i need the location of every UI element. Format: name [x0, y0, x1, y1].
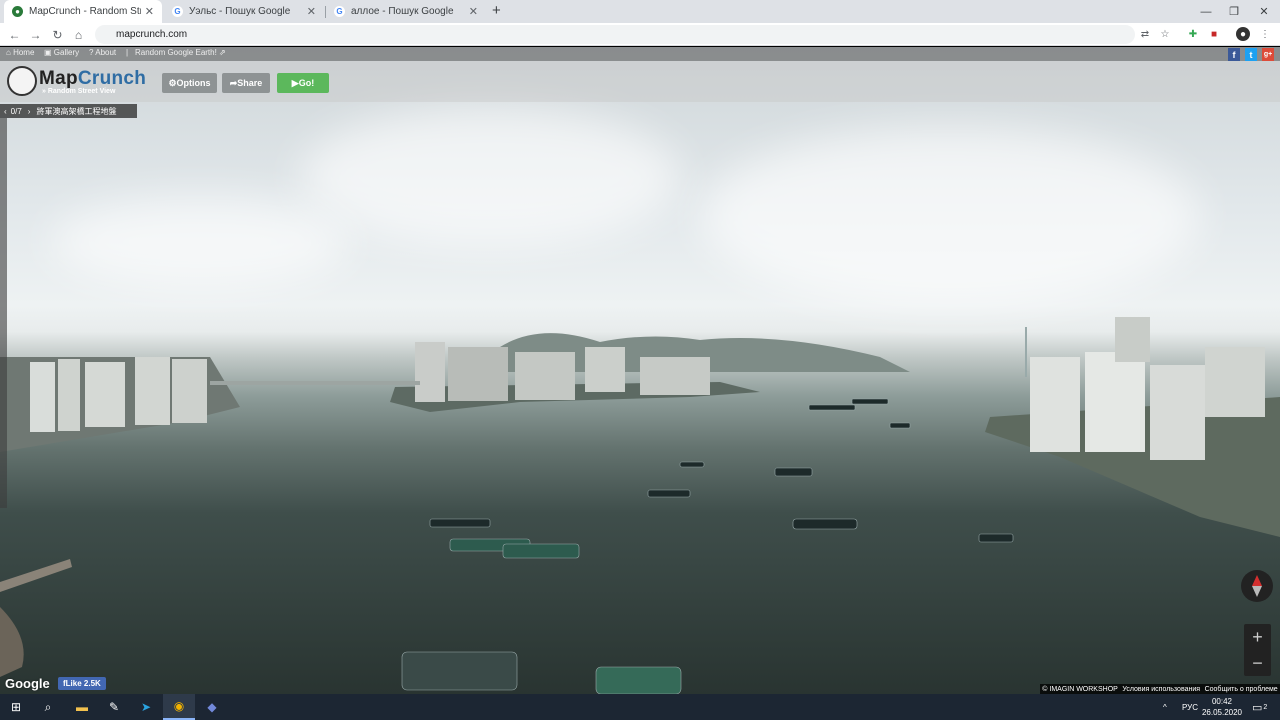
tab-title: MapCrunch - Random Street View	[29, 6, 141, 17]
next-location-icon[interactable]: ›	[28, 107, 31, 116]
zoom-control: + −	[1244, 624, 1271, 676]
home-icon[interactable]: ⌂	[70, 26, 87, 43]
telegram-icon[interactable]: ➤	[130, 694, 162, 720]
facebook-like-button[interactable]: f Like 2.5K	[58, 677, 106, 690]
imagery-credit: © IMAGIN WORKSHOP	[1042, 685, 1118, 693]
logo-tagline: » Random Street View	[42, 88, 116, 95]
close-tab-icon[interactable]: ✕	[469, 5, 478, 18]
side-panel-handle[interactable]	[0, 118, 7, 508]
tab-title: аллое - Пошук Google	[351, 6, 454, 17]
share-button[interactable]: ➦ Share	[222, 73, 270, 93]
notification-count: 2	[1263, 703, 1268, 711]
file-explorer-icon[interactable]: ▬	[66, 694, 98, 720]
new-tab-button[interactable]: +	[492, 2, 501, 19]
back-icon[interactable]: ←	[6, 26, 23, 43]
extension-red-icon[interactable]: ■	[1207, 27, 1221, 41]
share-label: Share	[237, 78, 263, 88]
go-label: Go!	[298, 78, 315, 88]
reload-icon[interactable]: ↻	[49, 26, 66, 43]
gear-icon: ⚙	[168, 77, 177, 88]
discord-icon[interactable]: ◆	[196, 694, 228, 720]
url-text[interactable]: mapcrunch.com	[116, 29, 187, 40]
bookmark-star-icon[interactable]: ☆	[1158, 27, 1172, 41]
share-icon: ➦	[229, 77, 238, 88]
search-icon[interactable]: ⌕	[32, 694, 64, 720]
home-icon: ⌂	[6, 48, 14, 57]
twitter-icon[interactable]: t	[1245, 48, 1257, 61]
report-problem-link[interactable]: Сообщить о проблеме	[1205, 686, 1278, 693]
logo-part-map: Map	[39, 68, 78, 89]
show-hidden-icons[interactable]: ^	[1163, 694, 1167, 720]
google-plus-icon[interactable]: g+	[1262, 48, 1274, 61]
google-logo[interactable]: Google	[5, 676, 50, 691]
fb-like-label: Like 2.5K	[65, 679, 101, 688]
restore-window-icon[interactable]: ❐	[1218, 0, 1250, 23]
go-button[interactable]: ▶ Go!	[277, 73, 329, 93]
location-name[interactable]: 將軍澳高架橋工程地盤	[36, 106, 116, 117]
gallery-icon: ▣	[44, 48, 54, 57]
random-google-earth-link[interactable]: Random Google Earth! ⇗	[135, 48, 226, 57]
mapcrunch-globe-logo-icon[interactable]	[7, 66, 37, 96]
system-clock[interactable]: 00:42 26.05.2020	[1198, 696, 1246, 718]
google-favicon-icon: G	[334, 6, 345, 17]
browser-tab-google-aloe[interactable]: G аллое - Пошук Google ✕	[326, 0, 486, 23]
location-bar: ‹ 0/7 › 將軍澳高架橋工程地盤	[0, 104, 137, 118]
logo-part-crunch: Crunch	[77, 68, 147, 89]
about-link-label: About	[95, 48, 117, 57]
gallery-link-label: Gallery	[53, 48, 80, 57]
notifications-icon[interactable]: ▭ 2	[1252, 694, 1267, 720]
tab-title: Уэльс - Пошук Google	[189, 6, 291, 17]
address-bar[interactable]	[95, 25, 1135, 44]
profile-avatar[interactable]: ●	[1236, 27, 1250, 41]
harbor-landscape	[0, 317, 1280, 694]
external-link-icon: ⇗	[216, 48, 226, 57]
map-credits: © IMAGIN WORKSHOP Условия использования …	[1040, 684, 1280, 694]
close-tab-icon[interactable]: ✕	[307, 5, 316, 18]
gallery-link[interactable]: ▣ Gallery	[44, 48, 79, 57]
forward-icon[interactable]: →	[27, 26, 44, 43]
windows-start-icon[interactable]: ⊞	[0, 694, 32, 720]
terms-of-use-link[interactable]: Условия использования	[1122, 686, 1200, 693]
options-button[interactable]: ⚙ Options	[162, 73, 217, 93]
mapcrunch-logo-text[interactable]: MapCrunch	[39, 68, 146, 90]
zoom-out-button[interactable]: −	[1244, 650, 1271, 676]
about-link[interactable]: ? About	[89, 48, 116, 57]
browser-tab-mapcrunch[interactable]: ● MapCrunch - Random Street View ✕	[4, 0, 162, 23]
prev-location-icon[interactable]: ‹	[4, 107, 7, 116]
nav-separator: |	[126, 48, 129, 57]
browser-menu-icon[interactable]: ⋮	[1258, 27, 1272, 41]
google-favicon-icon: G	[172, 6, 183, 17]
compass-icon[interactable]	[1241, 570, 1273, 602]
mapcrunch-favicon-icon: ●	[12, 6, 23, 17]
close-window-icon[interactable]: ✕	[1248, 0, 1280, 23]
chrome-icon[interactable]: ◉	[163, 694, 195, 720]
close-tab-icon[interactable]: ✕	[145, 5, 154, 18]
paint-icon[interactable]: ✎	[98, 694, 130, 720]
browser-tab-google-wales[interactable]: G Уэльс - Пошук Google ✕	[164, 0, 324, 23]
extension-icon[interactable]: ✚	[1186, 27, 1200, 41]
zoom-in-button[interactable]: +	[1244, 624, 1271, 650]
play-icon: ▶	[291, 77, 299, 88]
translate-icon[interactable]: ⇄	[1138, 27, 1152, 41]
options-label: Options	[176, 78, 211, 88]
clock-date: 26.05.2020	[1201, 708, 1243, 717]
location-counter: 0/7	[10, 106, 22, 116]
home-link-label: Home	[13, 48, 35, 57]
home-link[interactable]: ⌂ Home	[6, 48, 34, 57]
random-google-earth-label: Random Google Earth!	[135, 48, 217, 57]
street-view-panorama[interactable]	[0, 47, 1280, 694]
clock-time: 00:42	[1211, 697, 1233, 706]
language-indicator[interactable]: РУС	[1182, 694, 1198, 720]
facebook-icon[interactable]: f	[1228, 48, 1240, 61]
